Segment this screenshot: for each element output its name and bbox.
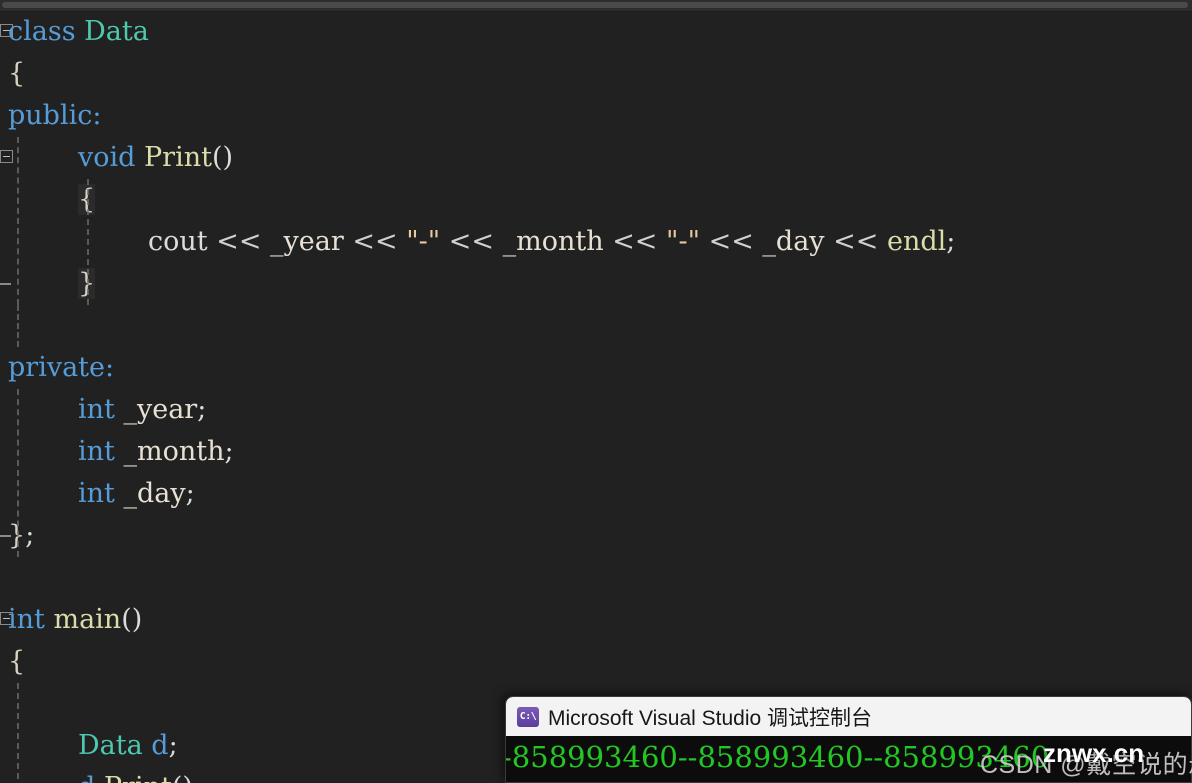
code-token: ;	[197, 394, 207, 425]
fold-end-marker-icon	[0, 283, 11, 285]
code-token: Print	[144, 142, 212, 173]
console-titlebar[interactable]: C:\ Microsoft Visual Studio 调试控制台	[506, 697, 1191, 736]
code-token: Data	[84, 16, 149, 47]
code-token: "-"	[406, 226, 449, 257]
fold-collapse-icon[interactable]	[0, 150, 13, 163]
code-line[interactable]	[0, 557, 1192, 599]
code-token: ()	[121, 604, 143, 635]
indent-guide	[17, 137, 19, 305]
code-token: int	[8, 604, 54, 635]
code-line-text: int _month;	[78, 431, 234, 473]
code-token: private:	[8, 352, 115, 383]
code-line[interactable]: {	[0, 179, 1192, 221]
console-title: Microsoft Visual Studio 调试控制台	[548, 706, 873, 730]
code-token: _year	[270, 226, 353, 257]
code-token: "-"	[666, 226, 709, 257]
code-line[interactable]: private:	[0, 347, 1192, 389]
code-token: Data	[78, 730, 152, 761]
code-token: ;	[25, 520, 35, 551]
code-line-text: d.Print();	[78, 767, 202, 783]
code-token: <<	[352, 226, 407, 257]
code-line[interactable]: void Print()	[0, 137, 1192, 179]
code-token: main	[53, 604, 122, 635]
code-line[interactable]: public:	[0, 95, 1192, 137]
code-token: endl	[886, 226, 947, 257]
code-token: {	[8, 646, 26, 677]
code-token: ;	[185, 478, 195, 509]
code-token: _year	[123, 394, 198, 425]
code-line-text: public:	[8, 95, 101, 137]
code-token: <<	[612, 226, 667, 257]
code-token: {	[8, 58, 26, 89]
code-token: ;	[946, 226, 956, 257]
horizontal-scrollbar-thumb[interactable]	[2, 2, 1188, 8]
code-token: Print	[104, 772, 172, 783]
code-line-text: cout << _year << "-" << _month << "-" <<…	[148, 221, 955, 263]
code-token: <<	[448, 226, 503, 257]
code-token: _month	[502, 226, 613, 257]
code-token: d	[151, 730, 169, 761]
code-line-text: {	[8, 53, 25, 95]
code-line[interactable]: int _year;	[0, 389, 1192, 431]
code-token: cout	[148, 226, 217, 257]
code-token: _month	[123, 436, 225, 467]
code-line[interactable]: }	[0, 263, 1192, 305]
code-line[interactable]: int main()	[0, 599, 1192, 641]
console-output-line: -858993460--858993460--858993460	[505, 740, 1050, 774]
code-line[interactable]: {	[0, 641, 1192, 683]
code-token: d	[78, 772, 95, 783]
code-line-text: int _day;	[78, 473, 195, 515]
code-token: .	[95, 772, 104, 783]
code-token: ()	[172, 772, 193, 783]
code-line-text: private:	[8, 347, 114, 389]
indent-guide	[17, 683, 19, 783]
code-token: class	[8, 16, 85, 47]
code-editor[interactable]: class Data{public: void Print(){cout << _…	[0, 0, 1192, 783]
code-token: <<	[833, 226, 887, 257]
code-content[interactable]: class Data{public: void Print(){cout << _…	[0, 11, 1192, 783]
code-token: _day	[123, 478, 186, 509]
indent-guide	[87, 179, 89, 305]
code-line[interactable]	[0, 305, 1192, 347]
code-token: ;	[168, 730, 178, 761]
code-token: int	[78, 394, 124, 425]
indent-guide	[17, 305, 19, 347]
console-icon-label: C:\	[519, 711, 537, 722]
code-token: void	[78, 142, 145, 173]
code-line[interactable]: cout << _year << "-" << _month << "-" <<…	[0, 221, 1192, 263]
site-watermark: znwx.cn	[1043, 738, 1145, 768]
code-token: public:	[8, 100, 102, 131]
code-line[interactable]: int _month;	[0, 431, 1192, 473]
code-line-text: };	[8, 515, 34, 557]
code-token: int	[78, 478, 124, 509]
code-line[interactable]: class Data	[0, 11, 1192, 53]
code-line-text: int _year;	[78, 389, 206, 431]
code-line[interactable]: {	[0, 53, 1192, 95]
code-line-text: int main()	[8, 599, 142, 641]
indent-guide	[17, 389, 19, 557]
code-line-text: Data d;	[78, 725, 178, 767]
code-token: ;	[193, 772, 202, 783]
code-token: int	[78, 436, 124, 467]
code-line-text: {	[8, 641, 25, 683]
console-cmd-icon: C:\	[517, 706, 539, 727]
code-line[interactable]: int _day;	[0, 473, 1192, 515]
code-line[interactable]: };	[0, 515, 1192, 557]
code-line-text: class Data	[8, 11, 149, 53]
code-token: <<	[216, 226, 271, 257]
code-token: <<	[708, 226, 763, 257]
code-token: ()	[211, 142, 234, 173]
code-line-text: void Print()	[78, 137, 233, 179]
code-token: _day	[762, 226, 834, 257]
code-token: ;	[224, 436, 234, 467]
